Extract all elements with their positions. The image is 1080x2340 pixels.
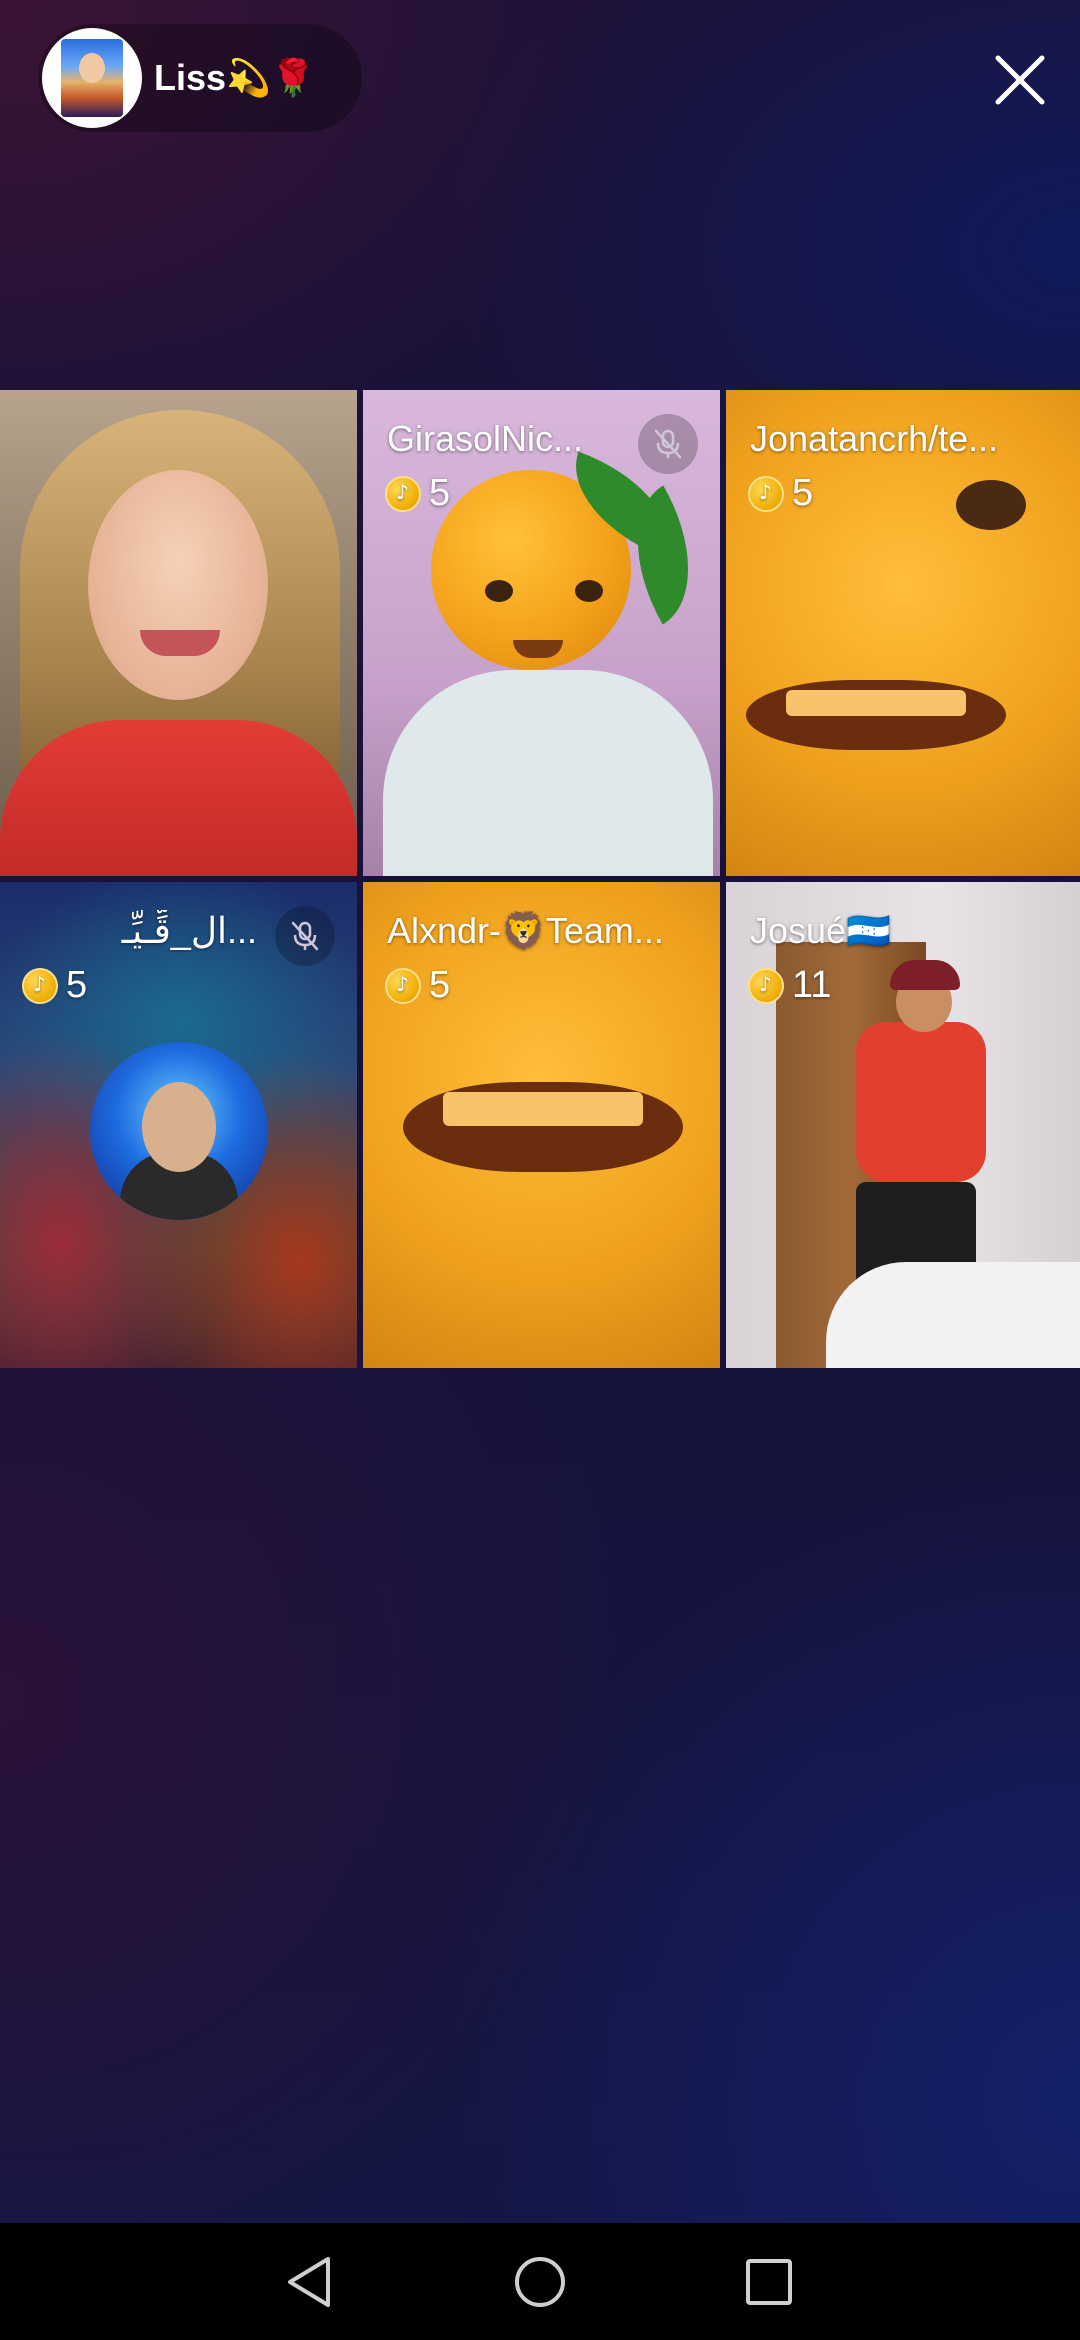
mute-indicator: [638, 414, 698, 474]
coin-icon: [385, 475, 421, 512]
avatar-face: [142, 1082, 216, 1172]
close-button[interactable]: [992, 52, 1048, 108]
video-shirt: [0, 720, 357, 876]
home-circle-icon: [514, 2256, 565, 2307]
coin-count: 11: [748, 964, 831, 1007]
video-shirt: [383, 670, 713, 876]
recents-square-icon: [745, 2258, 792, 2305]
guest-name: GirasolNic...: [387, 418, 584, 459]
coin-icon: [22, 967, 58, 1004]
coin-icon: [385, 967, 421, 1004]
orange-face-filter: [726, 390, 1080, 876]
coin-value: 5: [792, 472, 814, 514]
video-cap: [890, 960, 960, 990]
close-icon: [995, 55, 1045, 105]
guest-grid: GirasolNic... 5 Jonatancrh/te...: [0, 390, 1080, 1368]
recents-button[interactable]: [710, 2223, 827, 2340]
coin-count: 5: [385, 964, 450, 1007]
system-navigation-bar: [0, 2223, 1080, 2340]
home-button[interactable]: [481, 2223, 598, 2340]
mute-indicator: [275, 906, 335, 966]
guest-tile-3[interactable]: Jonatancrh/te... 5: [726, 390, 1080, 876]
coin-value: 5: [66, 964, 88, 1006]
guest-name: Alxndr-🦁Team...: [387, 910, 664, 951]
orange-eye-left: [485, 580, 513, 602]
orange-teeth: [443, 1092, 643, 1126]
video-shirt: [856, 1022, 986, 1182]
guest-tile-5[interactable]: Alxndr-🦁Team... 5: [363, 882, 720, 1368]
host-avatar[interactable]: [42, 28, 142, 128]
mic-off-icon: [654, 429, 682, 459]
orange-eye: [956, 480, 1026, 530]
coin-count: 5: [22, 964, 87, 1007]
back-triangle-icon: [287, 2256, 330, 2307]
coin-icon: [748, 967, 784, 1004]
back-button[interactable]: [250, 2223, 367, 2340]
orange-eye-right: [575, 580, 603, 602]
video-face: [88, 470, 268, 700]
guest-tile-2[interactable]: GirasolNic... 5: [363, 390, 720, 876]
coin-value: 5: [429, 472, 451, 514]
coin-count: 5: [385, 472, 450, 515]
coin-value: 11: [792, 964, 832, 1006]
orange-teeth: [786, 690, 966, 716]
coin-value: 5: [429, 964, 451, 1006]
mic-off-icon: [291, 921, 319, 951]
guest-tile-6[interactable]: Josué🇭🇳 11: [726, 882, 1080, 1368]
coin-icon: [748, 475, 784, 512]
guest-name: Josué🇭🇳: [750, 910, 891, 951]
guest-tile-4[interactable]: ال_قِّـيِّـ... 5: [0, 882, 357, 1368]
guest-avatar: [90, 1042, 268, 1220]
coin-count: 5: [748, 472, 813, 515]
multi-guest-live-screen: Liss💫🌹 GirasolNic... ♪ 5 Jonatancrh/te..…: [0, 0, 1080, 2340]
video-bed: [826, 1262, 1080, 1368]
host-name: Liss💫🌹: [154, 57, 316, 98]
host-profile-pill[interactable]: Liss💫🌹: [38, 24, 362, 132]
guest-tile-host[interactable]: [0, 390, 357, 876]
guest-name: ال_قِّـيِّـ...: [121, 910, 257, 951]
host-avatar-image: [61, 39, 123, 117]
guest-name: Jonatancrh/te...: [750, 418, 999, 459]
